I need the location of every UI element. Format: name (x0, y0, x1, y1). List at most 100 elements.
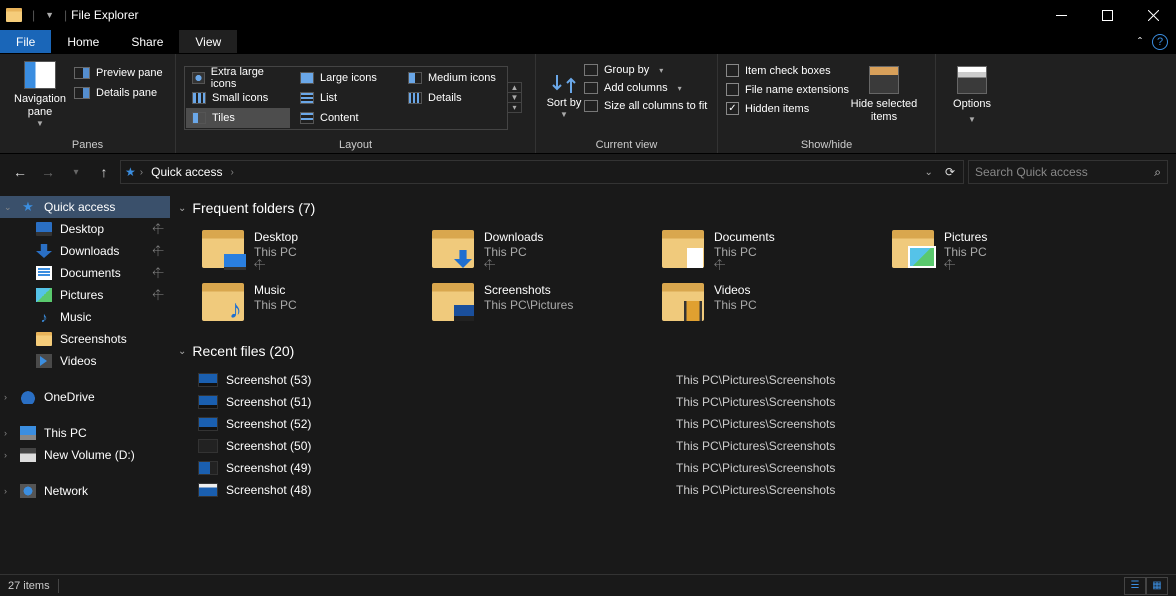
recent-file-row[interactable]: Screenshot (51) This PC\Pictures\Screens… (198, 391, 1172, 413)
menubar: File Home Share View ˆ ? (0, 30, 1176, 54)
folder-tile-screenshots[interactable]: Screenshots This PC\Pictures (428, 279, 656, 325)
layout-expand[interactable]: ▾ (508, 103, 521, 112)
layout-list[interactable]: List (294, 88, 398, 108)
recent-file-row[interactable]: Screenshot (53) This PC\Pictures\Screens… (198, 369, 1172, 391)
search-input[interactable]: Search Quick access ⌕ (968, 160, 1168, 184)
pin-icon: ⤪ (150, 287, 165, 302)
tab-view[interactable]: View (179, 30, 237, 53)
tab-share[interactable]: Share (115, 30, 179, 53)
hidden-items-toggle[interactable]: ✓Hidden items (726, 100, 849, 117)
sidebar-item-downloads[interactable]: Downloads⤪ (0, 240, 170, 262)
file-menu[interactable]: File (0, 30, 51, 53)
large-icon (300, 72, 314, 84)
layout-medium[interactable]: Medium icons (402, 68, 506, 88)
folder-tile-documents[interactable]: Documents This PC ⤪ (658, 226, 886, 277)
file-thumbnail-icon (198, 417, 218, 431)
options-button[interactable]: Options ▼ (944, 58, 1000, 132)
recent-locations-button[interactable]: ▾ (64, 160, 88, 184)
tiles-icon (192, 112, 206, 124)
forward-button[interactable]: → (36, 160, 60, 184)
recent-file-row[interactable]: Screenshot (49) This PC\Pictures\Screens… (198, 457, 1172, 479)
layout-tiles[interactable]: Tiles (186, 108, 290, 128)
add-columns-icon (584, 82, 598, 94)
thumbnails-view-button[interactable]: ▦ (1146, 577, 1168, 595)
refresh-icon[interactable]: ⟳ (941, 165, 959, 179)
tab-home[interactable]: Home (51, 30, 115, 53)
chevron-down-icon: ▼ (36, 119, 44, 129)
help-icon[interactable]: ? (1152, 34, 1168, 50)
breadcrumb[interactable]: Quick access (147, 165, 226, 179)
folder-tile-downloads[interactable]: Downloads This PC ⤪ (428, 226, 656, 277)
file-extensions-toggle[interactable]: File name extensions (726, 81, 849, 98)
layout-details[interactable]: Details (402, 88, 506, 108)
sidebar-item-desktop[interactable]: Desktop⤪ (0, 218, 170, 240)
crumb-separator-icon[interactable]: › (230, 167, 233, 178)
sort-by-button[interactable]: Sort by ▼ (544, 58, 584, 132)
sidebar-item-videos[interactable]: Videos (0, 350, 170, 372)
folder-icon (662, 230, 704, 268)
search-placeholder: Search Quick access (975, 165, 1088, 179)
frequent-folders-header[interactable]: ⌄ Frequent folders (7) (178, 200, 1172, 216)
folder-icon (202, 283, 244, 321)
extra-large-icon (192, 72, 205, 84)
pin-icon: ⤪ (150, 265, 165, 280)
chevron-down-icon: ▼ (968, 115, 976, 125)
app-icon (6, 8, 22, 22)
folder-tile-desktop[interactable]: Desktop This PC ⤪ (198, 226, 426, 277)
size-columns-button[interactable]: Size all columns to fit (584, 98, 707, 114)
address-field[interactable]: ★ › Quick access › ⌄ ⟳ (120, 160, 964, 184)
layout-extra-large[interactable]: Extra large icons (186, 68, 290, 88)
checkbox-icon (726, 83, 739, 96)
layout-gallery: Extra large icons Large icons Medium ico… (184, 66, 508, 130)
maximize-button[interactable] (1084, 0, 1130, 30)
layout-content[interactable]: Content (294, 108, 398, 128)
sidebar-item-onedrive[interactable]: ›OneDrive (0, 386, 170, 408)
small-icon (192, 92, 206, 104)
layout-small[interactable]: Small icons (186, 88, 290, 108)
sidebar-item-new-volume-d-[interactable]: ›New Volume (D:) (0, 444, 170, 466)
main-pane: ⌄ Frequent folders (7) Desktop This PC ⤪… (170, 190, 1176, 574)
chevron-down-icon: ▾ (678, 84, 682, 93)
address-dropdown-icon[interactable]: ⌄ (921, 167, 937, 178)
qat-dropdown-icon[interactable]: ▼ (45, 10, 54, 20)
folder-tile-pictures[interactable]: Pictures This PC ⤪ (888, 226, 1116, 277)
sidebar-item-documents[interactable]: Documents⤪ (0, 262, 170, 284)
item-checkboxes-toggle[interactable]: Item check boxes (726, 62, 849, 79)
collapse-icon: ⌄ (178, 203, 186, 214)
recent-file-row[interactable]: Screenshot (48) This PC\Pictures\Screens… (198, 479, 1172, 501)
add-columns-button[interactable]: Add columns▾ (584, 80, 707, 96)
close-button[interactable] (1130, 0, 1176, 30)
folder-tile-videos[interactable]: Videos This PC (658, 279, 886, 325)
file-thumbnail-icon (198, 373, 218, 387)
sidebar-item-this-pc[interactable]: ›This PC (0, 422, 170, 444)
up-button[interactable]: ↑ (92, 160, 116, 184)
chevron-down-icon: ▾ (659, 66, 663, 75)
details-icon (408, 92, 422, 104)
sidebar-item-pictures[interactable]: Pictures⤪ (0, 284, 170, 306)
group-label-layout: Layout (184, 137, 527, 151)
layout-scroll-up[interactable]: ▲ (508, 83, 521, 93)
content-icon (300, 112, 314, 124)
details-pane-button[interactable]: Details pane (72, 84, 165, 102)
sidebar-item-network[interactable]: ›Network (0, 480, 170, 502)
group-by-button[interactable]: Group by▾ (584, 62, 707, 78)
minimize-ribbon-icon[interactable]: ˆ (1138, 35, 1142, 49)
back-button[interactable]: ← (8, 160, 32, 184)
folder-tile-music[interactable]: Music This PC (198, 279, 426, 325)
file-thumbnail-icon (198, 483, 218, 497)
sidebar-item-screenshots[interactable]: Screenshots (0, 328, 170, 350)
sidebar-item-music[interactable]: ♪Music (0, 306, 170, 328)
preview-pane-button[interactable]: Preview pane (72, 64, 165, 82)
layout-scroll-down[interactable]: ▼ (508, 93, 521, 103)
sidebar-item-quick-access[interactable]: ⌄★Quick access (0, 196, 170, 218)
recent-file-row[interactable]: Screenshot (50) This PC\Pictures\Screens… (198, 435, 1172, 457)
titlebar: | ▼ | File Explorer (0, 0, 1176, 30)
layout-large[interactable]: Large icons (294, 68, 398, 88)
details-view-button[interactable]: ☰ (1124, 577, 1146, 595)
recent-files-header[interactable]: ⌄ Recent files (20) (178, 343, 1172, 359)
minimize-button[interactable] (1038, 0, 1084, 30)
recent-file-row[interactable]: Screenshot (52) This PC\Pictures\Screens… (198, 413, 1172, 435)
search-icon: ⌕ (1154, 165, 1161, 180)
hide-selected-button[interactable]: Hide selected items (849, 58, 919, 132)
navigation-pane-button[interactable]: Navigation pane ▼ (8, 58, 72, 132)
